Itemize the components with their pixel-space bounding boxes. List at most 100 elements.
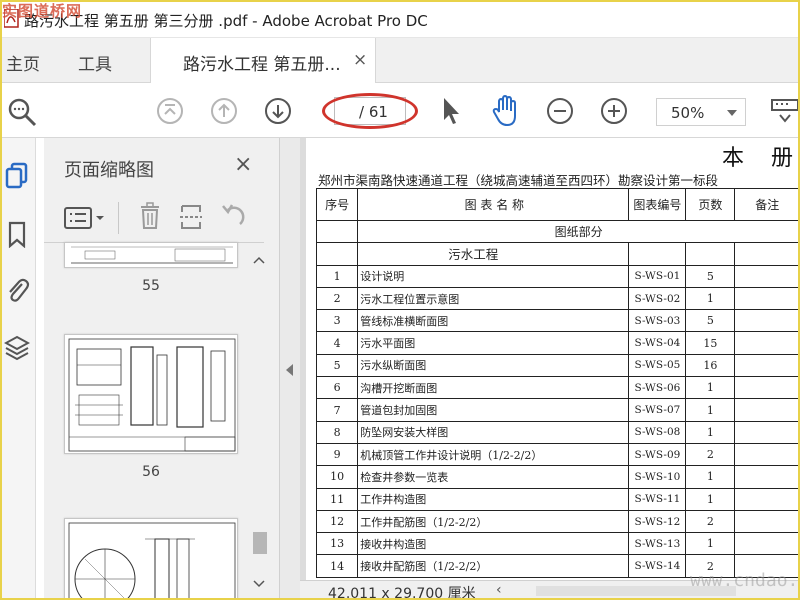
table-cell-no: 2 — [315, 286, 359, 311]
close-panel-button[interactable]: × — [234, 152, 252, 177]
column-header: 页数 — [685, 188, 736, 221]
thumbnail-panel: 页面缩略图 × 55 56 — [44, 138, 280, 600]
table-row: 6 沟槽开挖断面图 S-WS-06 1 — [315, 376, 800, 400]
thumbnail-tools — [44, 198, 280, 238]
page-thumbnail[interactable] — [64, 334, 238, 454]
menu-home[interactable]: 主页 — [6, 50, 40, 75]
table-cell-note — [734, 509, 800, 534]
pdf-page: 本 册 图 郑州市渠南路快速通道工程（绕城高速辅道至西四环）勘察设计第一标段 序… — [306, 138, 800, 580]
table-cell-code: S-WS-02 — [628, 286, 687, 311]
extract-pages-icon[interactable] — [178, 202, 204, 232]
zoom-level-select[interactable]: 50% — [656, 98, 746, 126]
options-menu-icon[interactable] — [64, 206, 106, 230]
table-cell-no: 11 — [315, 487, 359, 511]
document-view[interactable]: 本 册 图 郑州市渠南路快速通道工程（绕城高速辅道至西四环）勘察设计第一标段 序… — [300, 138, 800, 580]
table-cell-code: S-WS-13 — [628, 532, 687, 556]
chevron-left-icon — [286, 364, 293, 376]
table-cell-no: 1 — [315, 264, 359, 288]
table-header-row: 序号 图 表 名 称 图表编号 页数 备注 — [315, 188, 800, 221]
page-thumbnail[interactable] — [64, 242, 238, 268]
table-cell-no: 3 — [315, 309, 359, 333]
drawing-index-table: 序号 图 表 名 称 图表编号 页数 备注 图纸部分 污水工程 1 设计说明 S-W… — [315, 188, 800, 578]
previous-page-icon[interactable] — [210, 97, 238, 125]
toolbar: / 61 50% — [0, 84, 800, 138]
rotate-icon[interactable] — [220, 204, 248, 230]
document-tab[interactable]: 路污水工程 第五册... × — [150, 38, 376, 83]
collapse-panel-handle[interactable] — [280, 138, 300, 600]
first-page-icon[interactable] — [156, 97, 184, 125]
table-row: 8 防坠网安装大样图 S-WS-08 1 — [315, 420, 800, 444]
table-cell-note — [734, 487, 800, 511]
table-cell-no: 7 — [315, 398, 359, 422]
table-cell-pages: 5 — [685, 264, 736, 288]
column-header: 图 表 名 称 — [357, 188, 630, 221]
section-label: 图纸部分 — [357, 219, 800, 244]
table-cell-no: 8 — [315, 420, 359, 444]
document-tab-label: 路污水工程 第五册... — [183, 55, 341, 75]
table-cell-note — [734, 420, 800, 444]
close-tab-button[interactable]: × — [353, 50, 367, 70]
table-cell-name: 防坠网安装大样图 — [357, 420, 630, 444]
table-cell-no: 6 — [315, 376, 359, 400]
table-cell-name: 检查井参数一览表 — [357, 465, 630, 489]
page-dimensions: 42.011 x 29.700 厘米 — [328, 586, 476, 600]
scroll-up-icon[interactable] — [253, 256, 265, 264]
table-row: 11 工作井构造图 S-WS-11 1 — [315, 487, 800, 511]
table-cell-code: S-WS-14 — [628, 554, 687, 578]
search-icon[interactable] — [6, 96, 38, 128]
window-title: 路污水工程 第五册 第三分册 .pdf - Adobe Acrobat Pro … — [24, 12, 428, 30]
scrollbar-thumb[interactable] — [253, 532, 267, 554]
table-cell-note — [734, 465, 800, 489]
table-row: 13 接收井构造图 S-WS-13 1 — [315, 532, 800, 556]
table-cell-pages: 1 — [685, 398, 736, 422]
select-cursor-icon[interactable] — [440, 96, 462, 126]
table-cell-pages: 1 — [685, 532, 736, 556]
layers-icon[interactable] — [4, 334, 30, 362]
menu-tools[interactable]: 工具 — [78, 50, 112, 75]
table-cell-name: 工作井配筋图（1/2-2/2） — [357, 509, 630, 534]
table-cell-note — [734, 264, 800, 288]
table-cell-code: S-WS-05 — [628, 353, 687, 378]
page-display-icon[interactable] — [770, 98, 800, 126]
table-cell-code: S-WS-10 — [628, 465, 687, 489]
table-cell-no: 14 — [315, 554, 359, 578]
column-header: 备注 — [734, 188, 800, 221]
table-cell-note — [734, 331, 800, 355]
scroll-down-icon[interactable] — [253, 580, 265, 588]
attachment-icon[interactable] — [4, 276, 30, 304]
table-cell-pages: 1 — [685, 465, 736, 489]
table-cell-code: S-WS-04 — [628, 331, 687, 355]
zoom-in-icon[interactable] — [600, 97, 628, 125]
table-cell-note — [734, 376, 800, 400]
column-header: 图表编号 — [628, 188, 687, 221]
table-cell-code: S-WS-07 — [628, 398, 687, 422]
next-page-icon[interactable] — [264, 97, 292, 125]
table-cell-no: 13 — [315, 532, 359, 556]
section-row: 图纸部分 — [315, 219, 800, 244]
table-row: 4 污水平面图 S-WS-04 15 — [315, 331, 800, 355]
watermark-text: www.cndao.com — [690, 570, 800, 591]
table-cell-code: S-WS-06 — [628, 376, 687, 400]
table-row: 5 污水纵断面图 S-WS-05 16 — [315, 353, 800, 378]
page-thumbnails-icon[interactable] — [4, 162, 30, 190]
table-cell-no: 12 — [315, 509, 359, 534]
hand-tool-icon[interactable] — [490, 94, 522, 128]
zoom-out-icon[interactable] — [546, 97, 574, 125]
column-header: 序号 — [315, 188, 359, 221]
page-subtitle: 郑州市渠南路快速通道工程（绕城高速辅道至西四环）勘察设计第一标段 — [318, 173, 719, 188]
table-cell-code: S-WS-01 — [628, 264, 687, 288]
thumbnail-scrollbar[interactable] — [250, 250, 268, 600]
table-row: 10 检查井参数一览表 S-WS-10 1 — [315, 465, 800, 489]
scroll-left-icon[interactable]: ‹ — [496, 582, 502, 598]
table-cell-pages: 2 — [685, 509, 736, 534]
delete-icon[interactable] — [138, 202, 162, 230]
table-cell-code: S-WS-03 — [628, 309, 687, 333]
page-thumbnail[interactable] — [64, 518, 238, 600]
thumbnail-page-number: 55 — [142, 278, 160, 294]
bookmark-icon[interactable] — [4, 220, 30, 248]
table-row: 2 污水工程位置示意图 S-WS-02 1 — [315, 286, 800, 311]
table-cell-pages: 1 — [685, 376, 736, 400]
navigation-rail — [0, 138, 36, 600]
table-cell-pages: 2 — [685, 442, 736, 467]
table-cell-pages: 1 — [685, 420, 736, 444]
